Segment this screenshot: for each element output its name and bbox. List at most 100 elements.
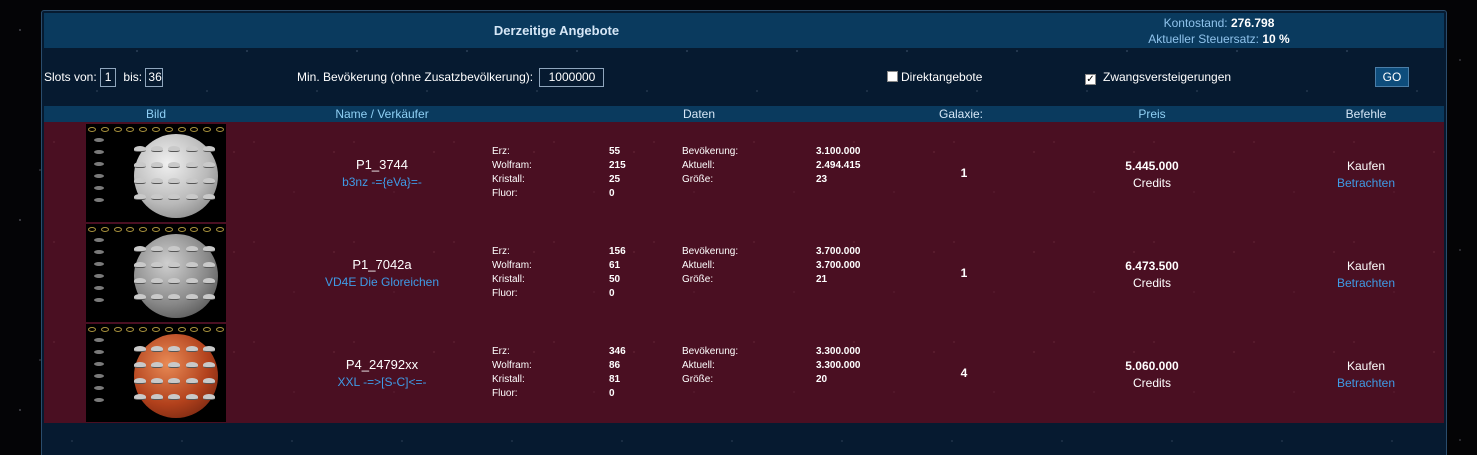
current-label: Aktuell:	[682, 360, 715, 371]
size-value: 21	[816, 274, 828, 285]
population-labels: Bevökerung: Aktuell: Größe:	[682, 345, 792, 387]
size-label: Größe:	[682, 274, 714, 285]
price-cell: 5.060.000 Credits	[1077, 358, 1227, 392]
slots-to-input[interactable]: 36	[145, 68, 164, 88]
galaxy-value: 1	[960, 266, 968, 280]
forced-auctions-filter[interactable]: ✓ Zwangsversteigerungen	[1085, 67, 1231, 87]
erz-label: Erz:	[492, 146, 510, 157]
balance-label: Kontostand:	[1163, 16, 1228, 30]
size-label: Größe:	[682, 174, 714, 185]
fluor-label: Fluor:	[492, 288, 518, 299]
current-value: 2.494.415	[816, 160, 861, 171]
price-cell: 5.445.000 Credits	[1077, 158, 1227, 192]
kristall-label: Kristall:	[492, 374, 525, 385]
header-bar: Derzeitige Angebote Kontostand: 276.798 …	[44, 13, 1444, 48]
planet-image[interactable]	[86, 124, 226, 222]
column-header-data: Daten	[682, 107, 716, 121]
kristall-value: 50	[609, 274, 621, 285]
buy-link[interactable]: Kaufen	[1316, 158, 1416, 175]
ship-fleet	[134, 246, 218, 306]
population-label: Bevökerung:	[682, 146, 739, 157]
fluor-value: 0	[609, 188, 615, 199]
price-cell: 6.473.500 Credits	[1077, 258, 1227, 292]
fluor-label: Fluor:	[492, 388, 518, 399]
price-currency: Credits	[1132, 376, 1171, 390]
seller-link[interactable]: XXL -=>[S-C]<=-	[287, 375, 477, 389]
forced-auctions-checkbox[interactable]: ✓	[1085, 74, 1096, 85]
planet-image[interactable]	[86, 324, 226, 422]
direct-offers-checkbox[interactable]	[887, 71, 898, 82]
seller-link[interactable]: VD4E Die Gloreichen	[287, 275, 477, 289]
actions-cell: Kaufen Betrachten	[1316, 358, 1416, 392]
price-currency: Credits	[1132, 276, 1171, 290]
account-info: Kontostand: 276.798 Aktueller Steuersatz…	[1069, 15, 1369, 47]
erz-label: Erz:	[492, 246, 510, 257]
planet-name: P1_3744	[355, 157, 409, 172]
resource-labels: Erz: Wolfram: Kristall: Fluor:	[492, 345, 582, 401]
population-label: Bevökerung:	[682, 346, 739, 357]
balance-value: 276.798	[1231, 16, 1275, 30]
galaxy-value: 1	[960, 166, 968, 180]
slots-from-input[interactable]: 1	[100, 68, 117, 88]
size-value: 23	[816, 174, 828, 185]
buy-link[interactable]: Kaufen	[1316, 358, 1416, 375]
orbit-ships	[90, 238, 112, 318]
buy-link[interactable]: Kaufen	[1316, 258, 1416, 275]
orbit-ships	[90, 338, 112, 418]
current-label: Aktuell:	[682, 260, 715, 271]
table-row: P1_3744 b3nz -={eVa}=- Erz: Wolfram: Kri…	[44, 122, 1444, 222]
population-values: 3.100.000 2.494.415 23	[816, 145, 896, 187]
slot-markers	[88, 227, 224, 233]
galaxy-value: 4	[960, 366, 968, 380]
planet-image[interactable]	[86, 224, 226, 322]
column-header-image: Bild	[145, 107, 166, 121]
page-title: Derzeitige Angebote	[493, 23, 620, 38]
wolfram-value: 215	[609, 160, 626, 171]
population-values: 3.700.000 3.700.000 21	[816, 245, 896, 287]
column-header-price[interactable]: Preis	[1102, 106, 1202, 122]
wolfram-value: 86	[609, 360, 621, 371]
resource-values: 156 61 50 0	[609, 245, 659, 301]
min-population-input[interactable]: 1000000	[539, 68, 605, 88]
population-value: 3.700.000	[816, 246, 861, 257]
population-labels: Bevökerung: Aktuell: Größe:	[682, 145, 792, 187]
kristall-label: Kristall:	[492, 274, 525, 285]
kristall-label: Kristall:	[492, 174, 525, 185]
current-value: 3.700.000	[816, 260, 861, 271]
planet-name: P1_7042a	[352, 257, 412, 272]
price-amount: 5.060.000	[1125, 359, 1179, 373]
resource-labels: Erz: Wolfram: Kristall: Fluor:	[492, 145, 582, 201]
current-value: 3.300.000	[816, 360, 861, 371]
fluor-value: 0	[609, 388, 615, 399]
ship-fleet	[134, 346, 218, 406]
go-button[interactable]: GO	[1375, 67, 1409, 87]
fluor-value: 0	[609, 288, 615, 299]
tax-value: 10 %	[1262, 32, 1290, 46]
min-population-filter: Min. Bevökerung (ohne Zusatzbevölkerung)…	[297, 67, 605, 88]
resource-values: 55 215 25 0	[609, 145, 659, 201]
slot-markers	[88, 327, 224, 333]
erz-label: Erz:	[492, 346, 510, 357]
population-label: Bevökerung:	[682, 246, 739, 257]
size-value: 20	[816, 374, 828, 385]
column-header-name: Name / Verkäufer	[335, 107, 429, 121]
view-link[interactable]: Betrachten	[1316, 175, 1416, 192]
slots-filter: Slots von: 1 bis: 36	[44, 67, 164, 88]
offers-table-body: P1_3744 b3nz -={eVa}=- Erz: Wolfram: Kri…	[44, 122, 1444, 423]
seller-link[interactable]: b3nz -={eVa}=-	[287, 175, 477, 189]
kristall-value: 81	[609, 374, 621, 385]
orbit-ships	[90, 138, 112, 218]
fluor-label: Fluor:	[492, 188, 518, 199]
view-link[interactable]: Betrachten	[1316, 275, 1416, 292]
wolfram-value: 61	[609, 260, 621, 271]
min-population-label: Min. Bevökerung (ohne Zusatzbevölkerung)…	[297, 70, 534, 84]
price-amount: 5.445.000	[1125, 159, 1179, 173]
direct-offers-filter[interactable]: Direktangebote	[887, 67, 982, 87]
tax-label: Aktueller Steuersatz:	[1148, 32, 1259, 46]
view-link[interactable]: Betrachten	[1316, 375, 1416, 392]
population-value: 3.300.000	[816, 346, 861, 357]
ship-fleet	[134, 146, 218, 206]
direct-offers-label: Direktangebote	[901, 70, 983, 84]
table-row: P4_24792xx XXL -=>[S-C]<=- Erz: Wolfram:…	[44, 322, 1444, 422]
kristall-value: 25	[609, 174, 621, 185]
